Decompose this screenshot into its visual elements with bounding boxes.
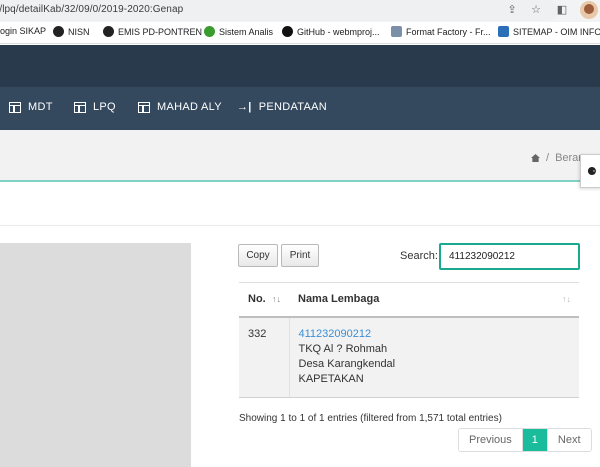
nav-item-mahad-aly[interactable]: MAHAD ALY	[138, 101, 222, 113]
table-row: 332 411232090212 TKQ Al ? Rohmah Desa Ka…	[239, 316, 579, 398]
share-icon[interactable]: ⇪	[505, 3, 519, 17]
table-icon	[9, 101, 21, 113]
next-button[interactable]: Next	[546, 429, 591, 451]
sort-asc-icon: ↑↓	[272, 294, 281, 304]
nav-item-lpq[interactable]: LPQ	[74, 101, 116, 113]
institution-code-link[interactable]: 411232090212	[299, 328, 372, 340]
github-icon	[282, 26, 293, 37]
table-icon	[74, 101, 86, 113]
print-button[interactable]: Print	[281, 244, 319, 267]
bookmark-sitemap[interactable]: SITEMAP - OIM INFO	[498, 26, 600, 37]
bookmark-sistem-analis[interactable]: Sistem Analis	[204, 26, 273, 37]
institution-district: KAPETAKAN	[298, 372, 364, 385]
table-info: Showing 1 to 1 of 1 entries (filtered fr…	[239, 413, 502, 424]
bookmark-github[interactable]: GitHub - webmproj...	[282, 26, 380, 37]
bookmarks-bar: ogin SIKAP NISN EMIS PD-PONTREN Sistem A…	[0, 22, 600, 44]
bookmark-emis[interactable]: EMIS PD-PONTREN	[103, 26, 202, 37]
globe-icon	[53, 26, 64, 37]
profile-avatar[interactable]	[580, 1, 598, 19]
header-accent-line	[0, 180, 600, 182]
settings-side-tab[interactable]: ⚈	[580, 154, 600, 188]
nav-item-pendataan[interactable]: →| PENDATAAN	[237, 101, 327, 113]
page-header	[0, 130, 600, 182]
search-input[interactable]	[439, 243, 580, 270]
sidebar-icon[interactable]: ◧	[555, 3, 569, 17]
column-header-no[interactable]: No. ↑↓	[239, 282, 289, 318]
bookmark-nisn[interactable]: NISN	[53, 26, 90, 37]
copy-button[interactable]: Copy	[238, 244, 278, 267]
globe-icon	[103, 26, 114, 37]
breadcrumb: / Beran	[531, 152, 584, 164]
pagination: Previous 1 Next	[458, 428, 592, 452]
table-icon	[138, 101, 150, 113]
column-header-nama-lembaga[interactable]: Nama Lembaga ↑↓	[289, 282, 579, 318]
previous-button[interactable]: Previous	[459, 429, 523, 451]
bookmark-format-factory[interactable]: Format Factory - Fr...	[391, 26, 491, 37]
bookmark-star-icon[interactable]: ☆	[529, 3, 543, 17]
cell-nama-lembaga: 411232090212 TKQ Al ? Rohmah Desa Karang…	[289, 316, 579, 398]
nav-item-mdt[interactable]: MDT	[9, 101, 53, 113]
browser-address-bar: en/lpq/detailKab/32/09/0/2019-2020:Genap…	[0, 0, 600, 22]
main-navbar: MDT LPQ MAHAD ALY →| PENDATAAN	[0, 87, 600, 130]
site-icon	[498, 26, 509, 37]
search-label: Search:	[400, 250, 438, 262]
url-text: en/lpq/detailKab/32/09/0/2019-2020:Genap	[0, 4, 184, 15]
url-field[interactable]: en/lpq/detailKab/32/09/0/2019-2020:Genap	[0, 0, 558, 21]
sort-icon: ↑↓	[562, 294, 571, 304]
home-icon[interactable]	[531, 154, 540, 162]
login-icon: →|	[237, 101, 252, 113]
bookmark-sikap[interactable]: ogin SIKAP	[0, 26, 46, 36]
cell-no: 332	[239, 316, 290, 398]
institution-name: TKQ Al ? Rohmah	[298, 342, 388, 355]
institution-village: Desa Karangkendal	[298, 357, 396, 370]
divider	[0, 225, 600, 226]
share-node-icon: ⚈	[587, 166, 597, 178]
leaf-icon	[204, 26, 215, 37]
app-icon	[391, 26, 402, 37]
site-topbar	[0, 45, 600, 87]
left-panel	[0, 243, 191, 467]
page-1-button[interactable]: 1	[522, 429, 547, 451]
data-table: No. ↑↓ Nama Lembaga ↑↓ 332 411232090212 …	[239, 282, 579, 398]
